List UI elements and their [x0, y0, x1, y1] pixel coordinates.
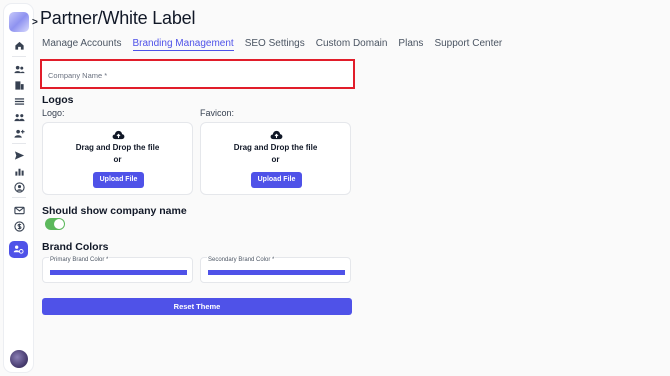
tab-seo-settings[interactable]: SEO Settings — [245, 36, 305, 51]
favicon-label: Favicon: — [200, 108, 235, 118]
tab-support-center[interactable]: Support Center — [434, 36, 502, 51]
expand-sidebar-icon[interactable]: > — [32, 18, 38, 28]
users-icon[interactable] — [12, 62, 26, 76]
favicon-dropzone[interactable]: Drag and Drop the file or Upload File — [200, 122, 351, 195]
primary-color-swatch[interactable] — [50, 270, 187, 275]
logo-drop-or: or — [113, 155, 122, 164]
tab-manage-accounts[interactable]: Manage Accounts — [42, 36, 122, 51]
favicon-drop-or: or — [271, 155, 280, 164]
brand-colors-heading: Brand Colors — [42, 241, 109, 253]
add-user-icon[interactable] — [12, 126, 26, 140]
primary-color-label: Primary Brand Color * — [49, 257, 110, 263]
send-icon[interactable] — [12, 148, 26, 162]
team-icon[interactable] — [12, 110, 26, 124]
tab-plans[interactable]: Plans — [398, 36, 423, 51]
sidebar: > — [4, 4, 38, 372]
logo-dropzone[interactable]: Drag and Drop the file or Upload File — [42, 122, 193, 195]
avatar[interactable] — [10, 350, 28, 368]
company-name-field[interactable]: Company Name * — [40, 59, 355, 89]
company-name-placeholder: Company Name * — [48, 71, 108, 80]
cloud-upload-icon — [270, 130, 283, 140]
show-company-toggle[interactable] — [45, 218, 65, 230]
app-logo[interactable] — [9, 12, 29, 32]
secondary-color-swatch[interactable] — [208, 270, 345, 275]
tab-custom-domain[interactable]: Custom Domain — [316, 36, 388, 51]
sidebar-divider — [12, 56, 26, 57]
logo-label: Logo: — [42, 108, 65, 118]
logos-heading: Logos — [42, 94, 74, 106]
mail-icon[interactable] — [12, 203, 26, 217]
primary-color-field[interactable]: Primary Brand Color * — [42, 257, 193, 283]
toggle-knob — [54, 219, 64, 229]
sidebar-divider — [12, 197, 26, 198]
favicon-upload-button[interactable]: Upload File — [251, 172, 302, 188]
user-circle-icon[interactable] — [12, 180, 26, 194]
home-icon[interactable] — [12, 38, 26, 52]
chart-icon[interactable] — [12, 164, 26, 178]
cloud-upload-icon — [112, 130, 125, 140]
favicon-drop-text: Drag and Drop the file — [233, 143, 318, 152]
building-icon[interactable] — [12, 78, 26, 92]
tab-branding-management[interactable]: Branding Management — [132, 36, 234, 51]
logo-drop-text: Drag and Drop the file — [75, 143, 160, 152]
secondary-color-label: Secondary Brand Color * — [207, 257, 276, 263]
page-title: Partner/White Label — [40, 8, 196, 28]
reset-theme-button[interactable]: Reset Theme — [42, 298, 352, 315]
sidebar-divider — [12, 143, 26, 144]
show-company-heading: Should show company name — [42, 205, 187, 217]
list-icon[interactable] — [12, 94, 26, 108]
dollar-icon[interactable] — [12, 219, 26, 233]
partner-icon[interactable] — [9, 241, 28, 258]
secondary-color-field[interactable]: Secondary Brand Color * — [200, 257, 351, 283]
logo-upload-button[interactable]: Upload File — [93, 172, 144, 188]
tab-bar: Manage Accounts Branding Management SEO … — [42, 36, 513, 54]
